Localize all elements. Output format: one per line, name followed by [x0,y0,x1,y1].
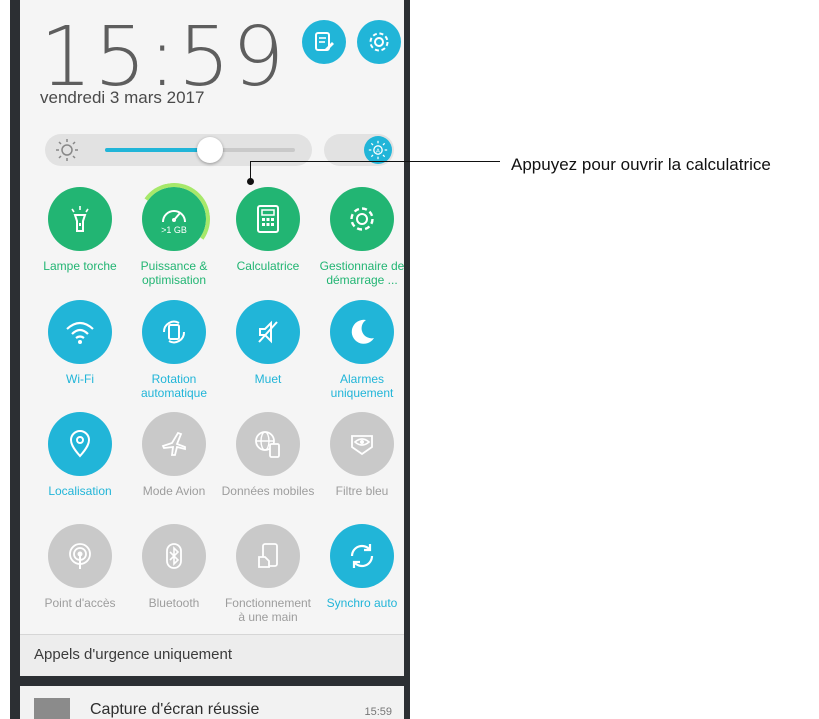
tile-rotation[interactable]: Rotation automatique [126,300,222,400]
tile-speedometer[interactable]: >1 GB Puissance & optimisation [126,177,222,287]
annotation-text: Appuyez pour ouvrir la calculatrice [511,155,771,174]
tile-label: Wi-Fi [66,372,94,386]
notification-title: Capture d'écran réussie [90,701,260,718]
tile-label: Données mobiles [221,484,315,498]
tile-button[interactable] [48,524,112,588]
tile-button[interactable] [330,412,394,476]
svg-text:A: A [376,149,380,155]
tile-label: Lampe torche [43,259,117,273]
moon-icon [346,316,378,348]
emergency-text: Appels d'urgence uniquement [34,646,233,663]
brightness-icon [55,138,79,162]
tile-label: Muet [254,372,282,386]
tile-location[interactable]: Localisation [32,412,128,498]
tile-button[interactable] [48,300,112,364]
tile-button[interactable] [330,524,394,588]
annotation-line [250,161,500,162]
tile-mute[interactable]: Muet [220,300,316,386]
auto-brightness-icon: A [368,140,388,160]
tile-label: Puissance & optimisation [140,259,208,287]
tile-label: Fonctionnement à une main [224,596,312,624]
gear-icon [347,204,377,234]
tile-button[interactable] [236,524,300,588]
tile-label: Point d'accès [44,596,116,610]
settings-button[interactable] [357,20,401,64]
tile-label: Mode Avion [142,484,206,498]
tile-mobile-data[interactable]: Données mobiles [220,412,316,498]
mute-icon [253,317,283,347]
bluetooth-icon [159,541,189,571]
tile-sync[interactable]: Synchro auto [314,524,404,610]
tile-calculator[interactable]: Calculatrice [220,187,316,273]
rotation-icon [159,317,189,347]
sync-icon [346,540,378,572]
tile-hotspot[interactable]: Point d'accès [32,524,128,610]
tile-flashlight[interactable]: Lampe torche [32,187,128,273]
tile-label: Filtre bleu [335,484,389,498]
tile-button[interactable] [330,300,394,364]
edit-button[interactable] [302,20,346,64]
notification-time: 15:59 [364,706,392,718]
tile-label: Gestionnaire de démarrage ... [319,259,404,287]
eye-icon [347,429,377,459]
tile-button[interactable] [330,187,394,251]
tile-button[interactable]: >1 GB [132,177,216,261]
clock-date: vendredi 3 mars 2017 [40,88,205,107]
tile-moon[interactable]: Alarmes uniquement [314,300,404,400]
tile-button[interactable] [48,412,112,476]
tile-label: Calculatrice [236,259,300,273]
tile-button[interactable] [236,187,300,251]
tile-label: Rotation automatique [140,372,208,400]
calculator-icon [254,204,282,234]
tile-label: Synchro auto [326,596,398,610]
tile-eye[interactable]: Filtre bleu [314,412,404,498]
tile-wifi[interactable]: Wi-Fi [32,300,128,386]
edit-icon [313,31,335,53]
tile-bluetooth[interactable]: Bluetooth [126,524,222,610]
gear-icon [367,30,391,54]
power-ring [132,177,216,261]
wifi-icon [64,318,96,346]
tile-airplane[interactable]: Mode Avion [126,412,222,498]
location-icon [67,429,93,459]
one-hand-icon [253,541,283,571]
hotspot-icon [65,541,95,571]
emergency-calls-bar: Appels d'urgence uniquement [20,634,404,676]
phone-frame: 15:59 vendredi 3 mars 2017 A Lampe torch… [10,0,410,719]
airplane-icon [159,429,189,459]
screenshot-thumbnail [34,698,70,719]
auto-brightness-button[interactable]: A [364,136,392,164]
tile-label: Localisation [48,484,112,498]
brightness-fill [105,148,210,152]
brightness-thumb[interactable] [196,137,223,163]
flashlight-icon [65,204,95,234]
tile-gear[interactable]: Gestionnaire de démarrage ... [314,187,404,287]
quick-settings-panel: 15:59 vendredi 3 mars 2017 A Lampe torch… [20,0,404,676]
mobile-data-icon [253,429,283,459]
tile-button[interactable] [48,187,112,251]
tile-one-hand[interactable]: Fonctionnement à une main [220,524,316,624]
tile-label: Bluetooth [148,596,200,610]
tile-button[interactable] [142,300,206,364]
tile-button[interactable] [236,412,300,476]
notification-screenshot[interactable]: Capture d'écran réussie 15:59 [20,686,404,719]
brightness-slider[interactable] [105,137,295,163]
tile-button[interactable] [236,300,300,364]
tile-button[interactable] [142,524,206,588]
tile-button[interactable] [142,412,206,476]
tile-label: Alarmes uniquement [330,372,394,400]
annotation-dot [247,178,254,185]
